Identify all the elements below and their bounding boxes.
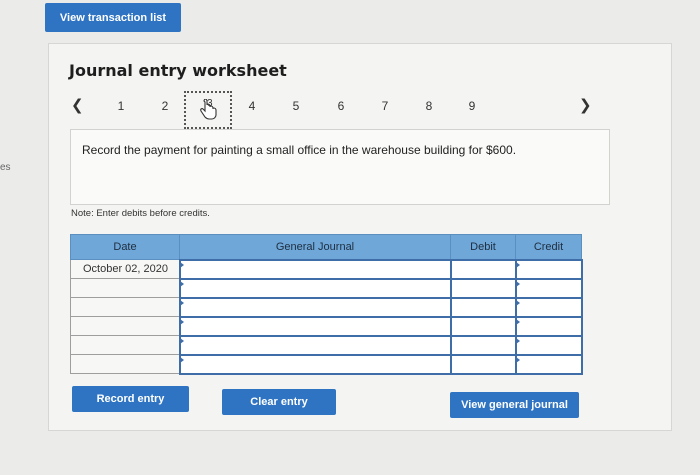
page-3-label: 3 bbox=[207, 98, 213, 109]
chevron-right-icon[interactable]: ❯ bbox=[579, 96, 592, 114]
page-6-link[interactable]: 6 bbox=[333, 99, 349, 113]
account-select[interactable] bbox=[178, 296, 452, 318]
table-row bbox=[70, 315, 583, 337]
dropdown-marker-icon bbox=[515, 261, 520, 268]
page-3-current[interactable]: 3 bbox=[184, 91, 232, 129]
dropdown-marker-icon bbox=[515, 356, 520, 363]
table-row: October 02, 2020 bbox=[70, 258, 583, 280]
account-select[interactable] bbox=[178, 315, 452, 337]
header-date: Date bbox=[70, 234, 180, 260]
credit-input[interactable] bbox=[514, 258, 583, 280]
page-5-link[interactable]: 5 bbox=[288, 99, 304, 113]
debit-input[interactable] bbox=[449, 315, 517, 337]
dropdown-marker-icon bbox=[179, 337, 184, 344]
dropdown-marker-icon bbox=[515, 299, 520, 306]
credit-input[interactable] bbox=[514, 315, 583, 337]
record-entry-button[interactable]: Record entry bbox=[72, 386, 189, 412]
table-header-row: Date General Journal Debit Credit bbox=[70, 234, 582, 260]
debit-input[interactable] bbox=[449, 258, 517, 280]
date-cell-empty bbox=[70, 278, 180, 298]
account-select[interactable] bbox=[178, 334, 452, 356]
view-transaction-list-button[interactable]: View transaction list bbox=[45, 3, 181, 32]
credit-input[interactable] bbox=[514, 296, 583, 318]
instruction-text: Record the payment for painting a small … bbox=[82, 143, 517, 157]
table-row bbox=[70, 277, 583, 299]
table-row bbox=[70, 353, 583, 375]
header-debit: Debit bbox=[450, 234, 516, 260]
credit-input[interactable] bbox=[514, 277, 583, 299]
credit-input[interactable] bbox=[514, 353, 583, 375]
date-select[interactable]: October 02, 2020 bbox=[70, 259, 180, 279]
dropdown-marker-icon bbox=[515, 318, 520, 325]
dropdown-marker-icon bbox=[179, 356, 184, 363]
debit-input[interactable] bbox=[449, 353, 517, 375]
chevron-left-icon[interactable]: ❮ bbox=[71, 96, 84, 114]
dropdown-marker-icon bbox=[515, 337, 520, 344]
journal-entry-table: Date General Journal Debit Credit Octobe… bbox=[70, 234, 583, 375]
date-cell-empty bbox=[70, 297, 180, 317]
clear-entry-button[interactable]: Clear entry bbox=[222, 389, 336, 415]
page-8-link[interactable]: 8 bbox=[421, 99, 437, 113]
debit-input[interactable] bbox=[449, 277, 517, 299]
dropdown-marker-icon bbox=[179, 261, 184, 268]
view-general-journal-button[interactable]: View general journal bbox=[450, 392, 579, 418]
table-row bbox=[70, 296, 583, 318]
instruction-box bbox=[70, 129, 610, 205]
header-credit: Credit bbox=[515, 234, 582, 260]
page-1-link[interactable]: 1 bbox=[113, 99, 129, 113]
dropdown-marker-icon bbox=[179, 318, 184, 325]
note-text: Note: Enter debits before credits. bbox=[71, 208, 210, 219]
dropdown-marker-icon bbox=[179, 299, 184, 306]
page-4-link[interactable]: 4 bbox=[244, 99, 260, 113]
worksheet-title: Journal entry worksheet bbox=[69, 61, 287, 80]
page-2-link[interactable]: 2 bbox=[157, 99, 173, 113]
date-cell-empty bbox=[70, 354, 180, 374]
account-select[interactable] bbox=[178, 277, 452, 299]
header-general-journal: General Journal bbox=[179, 234, 451, 260]
credit-input[interactable] bbox=[514, 334, 583, 356]
account-select[interactable] bbox=[178, 353, 452, 375]
dropdown-marker-icon bbox=[515, 280, 520, 287]
date-cell-empty bbox=[70, 316, 180, 336]
date-cell-empty bbox=[70, 335, 180, 355]
page-9-link[interactable]: 9 bbox=[464, 99, 480, 113]
debit-input[interactable] bbox=[449, 334, 517, 356]
account-select[interactable] bbox=[178, 258, 452, 280]
table-row bbox=[70, 334, 583, 356]
sidebar-text-fragment: es bbox=[0, 162, 11, 173]
dropdown-marker-icon bbox=[179, 280, 184, 287]
page-7-link[interactable]: 7 bbox=[377, 99, 393, 113]
debit-input[interactable] bbox=[449, 296, 517, 318]
